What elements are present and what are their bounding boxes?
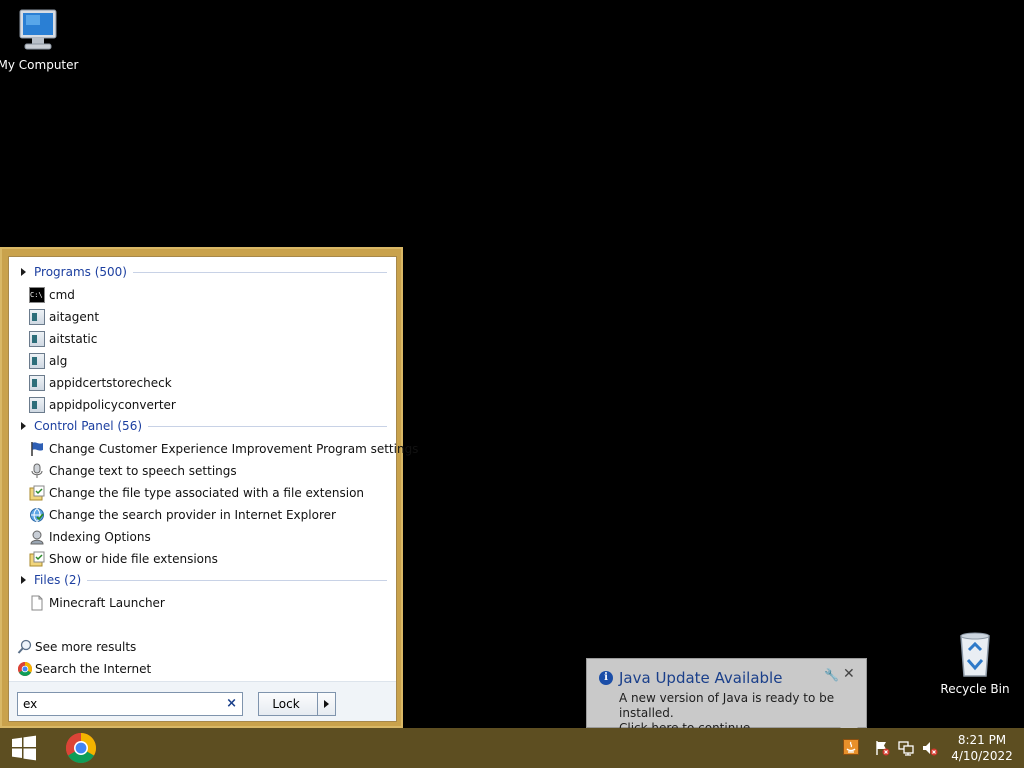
- program-item-aitagent[interactable]: aitagent: [29, 307, 99, 327]
- control-panel-item-label: Change Customer Experience Improvement P…: [49, 442, 419, 456]
- internet-options-icon: [30, 508, 44, 523]
- microphone-icon: [31, 463, 43, 478]
- system-clock[interactable]: 8:21 PM 4/10/2022: [948, 732, 1016, 764]
- control-panel-section-header[interactable]: Control Panel (56): [15, 417, 387, 435]
- control-panel-section-title: Control Panel (56): [34, 419, 143, 433]
- power-options-arrow-button[interactable]: [317, 693, 335, 715]
- search-internet-link[interactable]: Search the Internet: [17, 659, 151, 679]
- search-internet-label: Search the Internet: [35, 662, 152, 676]
- file-item-minecraft-launcher[interactable]: Minecraft Launcher: [29, 593, 165, 613]
- chrome-icon: [66, 733, 96, 763]
- control-panel-item-speech[interactable]: Change text to speech settings: [29, 461, 237, 481]
- files-section-header[interactable]: Files (2): [15, 571, 387, 589]
- programs-section-header[interactable]: Programs (500): [15, 263, 387, 281]
- folder-options-icon: [29, 551, 45, 567]
- notification-close-icon[interactable]: ✕: [843, 666, 855, 682]
- document-icon: [31, 595, 43, 611]
- program-window-icon: [29, 397, 45, 413]
- control-panel-item-ceip[interactable]: Change Customer Experience Improvement P…: [29, 439, 418, 459]
- notification-title: Java Update Available: [619, 669, 783, 687]
- section-divider: [148, 425, 387, 427]
- program-window-icon: [29, 309, 45, 325]
- program-window-icon: [29, 375, 45, 391]
- clear-search-icon[interactable]: ×: [226, 696, 237, 711]
- program-item-label: aitstatic: [49, 332, 98, 346]
- programs-section-title: Programs (500): [34, 265, 127, 279]
- windows-logo-icon: [12, 735, 36, 761]
- network-icon[interactable]: [898, 740, 914, 756]
- computer-icon: [19, 9, 57, 50]
- recycle-bin-desktop-icon[interactable]: Recycle Bin: [933, 630, 1017, 696]
- control-panel-item-label: Indexing Options: [49, 530, 151, 544]
- program-item-appidcertstorecheck[interactable]: appidcertstorecheck: [29, 373, 172, 393]
- info-icon: i: [599, 671, 613, 685]
- my-computer-label: My Computer: [0, 58, 79, 72]
- expand-arrow-icon: [21, 576, 26, 584]
- indexing-options-icon: [30, 530, 44, 545]
- start-button[interactable]: [0, 728, 48, 768]
- recycle-bin-icon: [960, 632, 990, 677]
- section-divider: [87, 579, 387, 581]
- program-window-icon: [29, 353, 45, 369]
- search-input[interactable]: ex ×: [17, 692, 243, 716]
- program-item-label: aitagent: [49, 310, 100, 324]
- flag-icon: [31, 442, 43, 456]
- search-input-value: ex: [23, 697, 38, 711]
- default-programs-icon: [29, 485, 45, 501]
- program-item-aitstatic[interactable]: aitstatic: [29, 329, 97, 349]
- control-panel-item-file-extensions[interactable]: Show or hide file extensions: [29, 549, 218, 569]
- program-item-label: appidpolicyconverter: [49, 398, 176, 412]
- lock-button-label: Lock: [272, 697, 300, 711]
- java-update-notification[interactable]: i Java Update Available 🔧 ✕ A new versio…: [586, 658, 867, 735]
- control-panel-item-search-provider[interactable]: Change the search provider in Internet E…: [29, 505, 336, 525]
- control-panel-item-label: Show or hide file extensions: [49, 552, 218, 566]
- files-section-title: Files (2): [34, 573, 82, 587]
- program-item-label: cmd: [49, 288, 75, 302]
- volume-muted-icon[interactable]: [922, 740, 938, 756]
- control-panel-item-indexing[interactable]: Indexing Options: [29, 527, 151, 547]
- program-item-alg[interactable]: alg: [29, 351, 67, 371]
- control-panel-item-label: Change the file type associated with a f…: [49, 486, 365, 500]
- control-panel-item-file-type[interactable]: Change the file type associated with a f…: [29, 483, 364, 503]
- search-row: ex × Lock: [9, 681, 396, 721]
- section-divider: [132, 271, 387, 273]
- magnifier-icon: [17, 639, 32, 654]
- lock-button[interactable]: Lock: [258, 692, 336, 716]
- start-menu: Programs (500) C:\ cmd aitagent aitstati…: [0, 247, 418, 728]
- my-computer-desktop-icon[interactable]: My Computer: [0, 8, 80, 72]
- start-menu-panel: Programs (500) C:\ cmd aitagent aitstati…: [8, 256, 418, 722]
- expand-arrow-icon: [21, 268, 26, 276]
- see-more-results-label: See more results: [35, 640, 137, 654]
- chevron-right-icon: [324, 700, 329, 708]
- clock-date: 4/10/2022: [951, 749, 1013, 763]
- taskbar: 8:21 PM 4/10/2022: [0, 728, 1024, 768]
- program-item-label: alg: [49, 354, 68, 368]
- program-item-label: appidcertstorecheck: [49, 376, 172, 390]
- java-update-tray-icon[interactable]: [843, 739, 859, 755]
- file-item-label: Minecraft Launcher: [49, 596, 165, 610]
- command-prompt-icon: C:\: [29, 287, 45, 303]
- notification-options-icon[interactable]: 🔧: [824, 668, 839, 682]
- notification-line-1: A new version of Java is ready to be ins…: [619, 691, 835, 720]
- chrome-icon: [18, 662, 32, 676]
- see-more-results-link[interactable]: See more results: [17, 637, 136, 657]
- program-item-cmd[interactable]: C:\ cmd: [29, 285, 75, 305]
- program-window-icon: [29, 331, 45, 347]
- recycle-bin-label: Recycle Bin: [940, 682, 1010, 696]
- program-item-appidpolicyconverter[interactable]: appidpolicyconverter: [29, 395, 176, 415]
- action-center-flag-icon[interactable]: [874, 740, 890, 756]
- chrome-taskbar-button[interactable]: [58, 728, 104, 768]
- control-panel-item-label: Change text to speech settings: [49, 464, 237, 478]
- clock-time: 8:21 PM: [957, 733, 1007, 747]
- control-panel-item-label: Change the search provider in Internet E…: [49, 508, 336, 522]
- expand-arrow-icon: [21, 422, 26, 430]
